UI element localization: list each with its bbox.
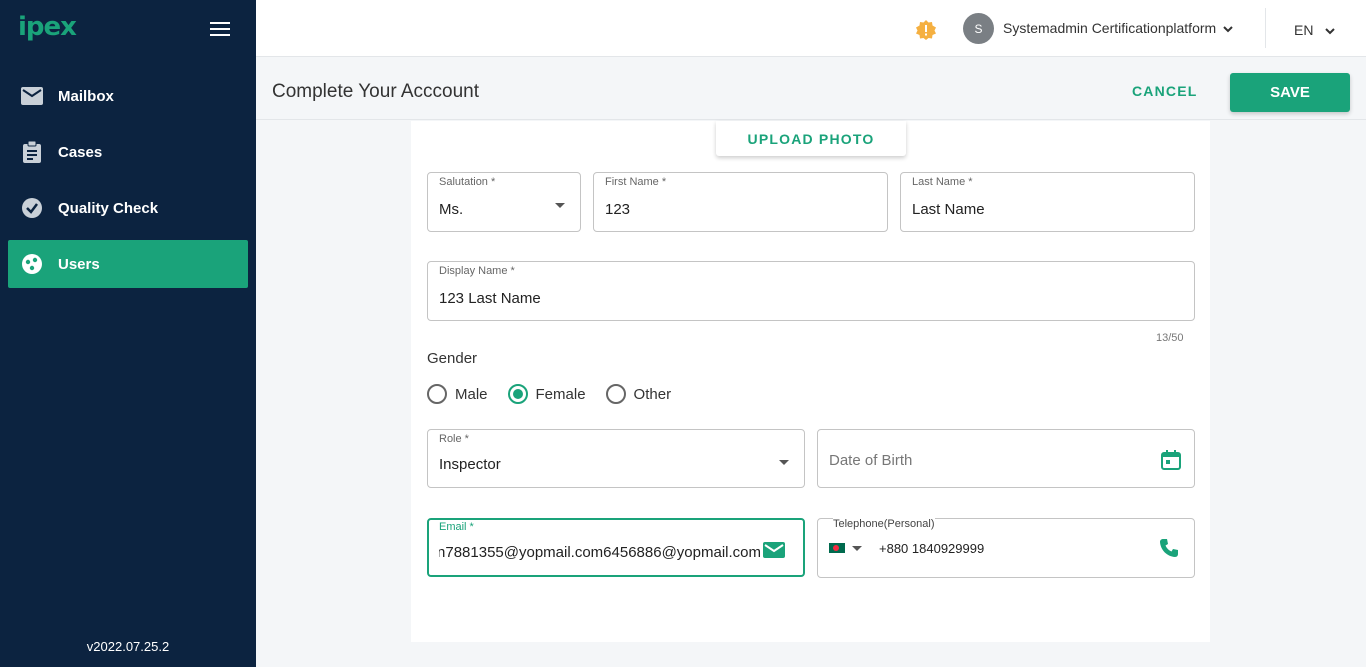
chevron-down-icon[interactable]: [1222, 22, 1234, 34]
page-title: Complete Your Acccount: [272, 81, 480, 102]
sidebar-item-label: Mailbox: [58, 87, 114, 105]
caret-down-icon: [555, 203, 565, 208]
page-header: Complete Your Acccount CANCEL SAVE: [256, 57, 1366, 120]
first-name-label: First Name *: [605, 176, 667, 188]
mail-icon: [20, 84, 44, 108]
email-value: n7881355@yopmail.com6456886@yopmail.com: [439, 544, 761, 561]
phone-icon: [1159, 538, 1179, 563]
display-name-label: Display Name *: [439, 265, 515, 277]
salutation-select[interactable]: Salutation * Ms.: [427, 172, 581, 232]
sidebar: ipex Mailbox Cases Quality Check Users v…: [0, 0, 256, 667]
radio-label: Other: [633, 385, 672, 403]
gender-label: Gender: [427, 350, 478, 367]
gender-radio-group: Male Female Other: [427, 384, 691, 404]
radio-circle[interactable]: [507, 384, 528, 404]
email-field[interactable]: Email * n7881355@yopmail.com6456886@yopm…: [427, 518, 805, 577]
date-of-birth-placeholder: Date of Birth: [829, 452, 913, 469]
avatar[interactable]: S: [963, 13, 994, 44]
alert-badge-icon[interactable]: [916, 20, 936, 40]
user-name[interactable]: Systemadmin Certificationplatform: [1003, 20, 1216, 36]
caret-down-icon[interactable]: [852, 546, 862, 551]
app-logo: ipex: [18, 12, 77, 42]
sidebar-item-mailbox[interactable]: Mailbox: [8, 72, 248, 120]
sidebar-item-label: Quality Check: [58, 199, 159, 217]
check-circle-icon: [20, 196, 44, 220]
upload-photo-button[interactable]: UPLOAD PHOTO: [716, 121, 906, 156]
telephone-value: +880 1840929999: [879, 541, 985, 556]
radio-circle[interactable]: [427, 384, 447, 404]
first-name-value: 123: [605, 201, 631, 218]
telephone-label: Telephone(Personal): [833, 518, 935, 530]
radio-label: Female: [535, 385, 586, 403]
role-value: Inspector: [439, 456, 501, 473]
salutation-value: Ms.: [439, 201, 464, 218]
account-form: UPLOAD PHOTO Salutation * Ms. First Name…: [411, 121, 1210, 642]
mail-icon: [763, 542, 785, 563]
last-name-field[interactable]: Last Name * Last Name: [900, 172, 1195, 232]
menu-icon[interactable]: [210, 22, 230, 36]
sidebar-item-label: Users: [58, 255, 100, 273]
first-name-field[interactable]: First Name * 123: [593, 172, 888, 232]
sidebar-item-label: Cases: [58, 143, 103, 161]
clipboard-icon: [20, 140, 44, 164]
sidebar-item-cases[interactable]: Cases: [8, 128, 248, 176]
gender-radio-other[interactable]: Other: [605, 384, 672, 404]
radio-circle[interactable]: [605, 384, 626, 404]
last-name-label: Last Name *: [912, 176, 973, 188]
users-icon: [20, 252, 44, 276]
last-name-value: Last Name: [912, 201, 985, 218]
sidebar-item-users[interactable]: Users: [8, 240, 248, 288]
language-selector[interactable]: EN: [1294, 22, 1313, 38]
character-counter: 13/50: [1156, 332, 1184, 344]
radio-label: Male: [455, 385, 488, 403]
divider: [1265, 8, 1266, 48]
date-of-birth-field[interactable]: Date of Birth: [817, 429, 1195, 488]
caret-down-icon: [779, 460, 789, 465]
bangladesh-flag-icon[interactable]: [829, 543, 845, 553]
gender-radio-male[interactable]: Male: [427, 384, 488, 404]
email-label: Email *: [439, 521, 474, 533]
calendar-icon[interactable]: [1161, 450, 1181, 475]
sidebar-item-quality-check[interactable]: Quality Check: [8, 184, 248, 232]
display-name-field[interactable]: Display Name * 123 Last Name: [427, 261, 1195, 321]
sidebar-nav: Mailbox Cases Quality Check Users: [8, 72, 248, 296]
salutation-label: Salutation *: [439, 176, 496, 188]
role-label: Role *: [439, 433, 469, 445]
role-select[interactable]: Role * Inspector: [427, 429, 805, 488]
display-name-value: 123 Last Name: [439, 290, 541, 307]
app-version: v2022.07.25.2: [86, 639, 170, 654]
chevron-down-icon[interactable]: [1324, 24, 1336, 36]
save-button[interactable]: SAVE: [1230, 73, 1350, 112]
topbar: S Systemadmin Certificationplatform EN: [256, 0, 1366, 57]
gender-radio-female[interactable]: Female: [507, 384, 586, 404]
cancel-button[interactable]: CANCEL: [1132, 83, 1198, 99]
telephone-field[interactable]: Telephone(Personal) +880 1840929999: [817, 518, 1195, 578]
